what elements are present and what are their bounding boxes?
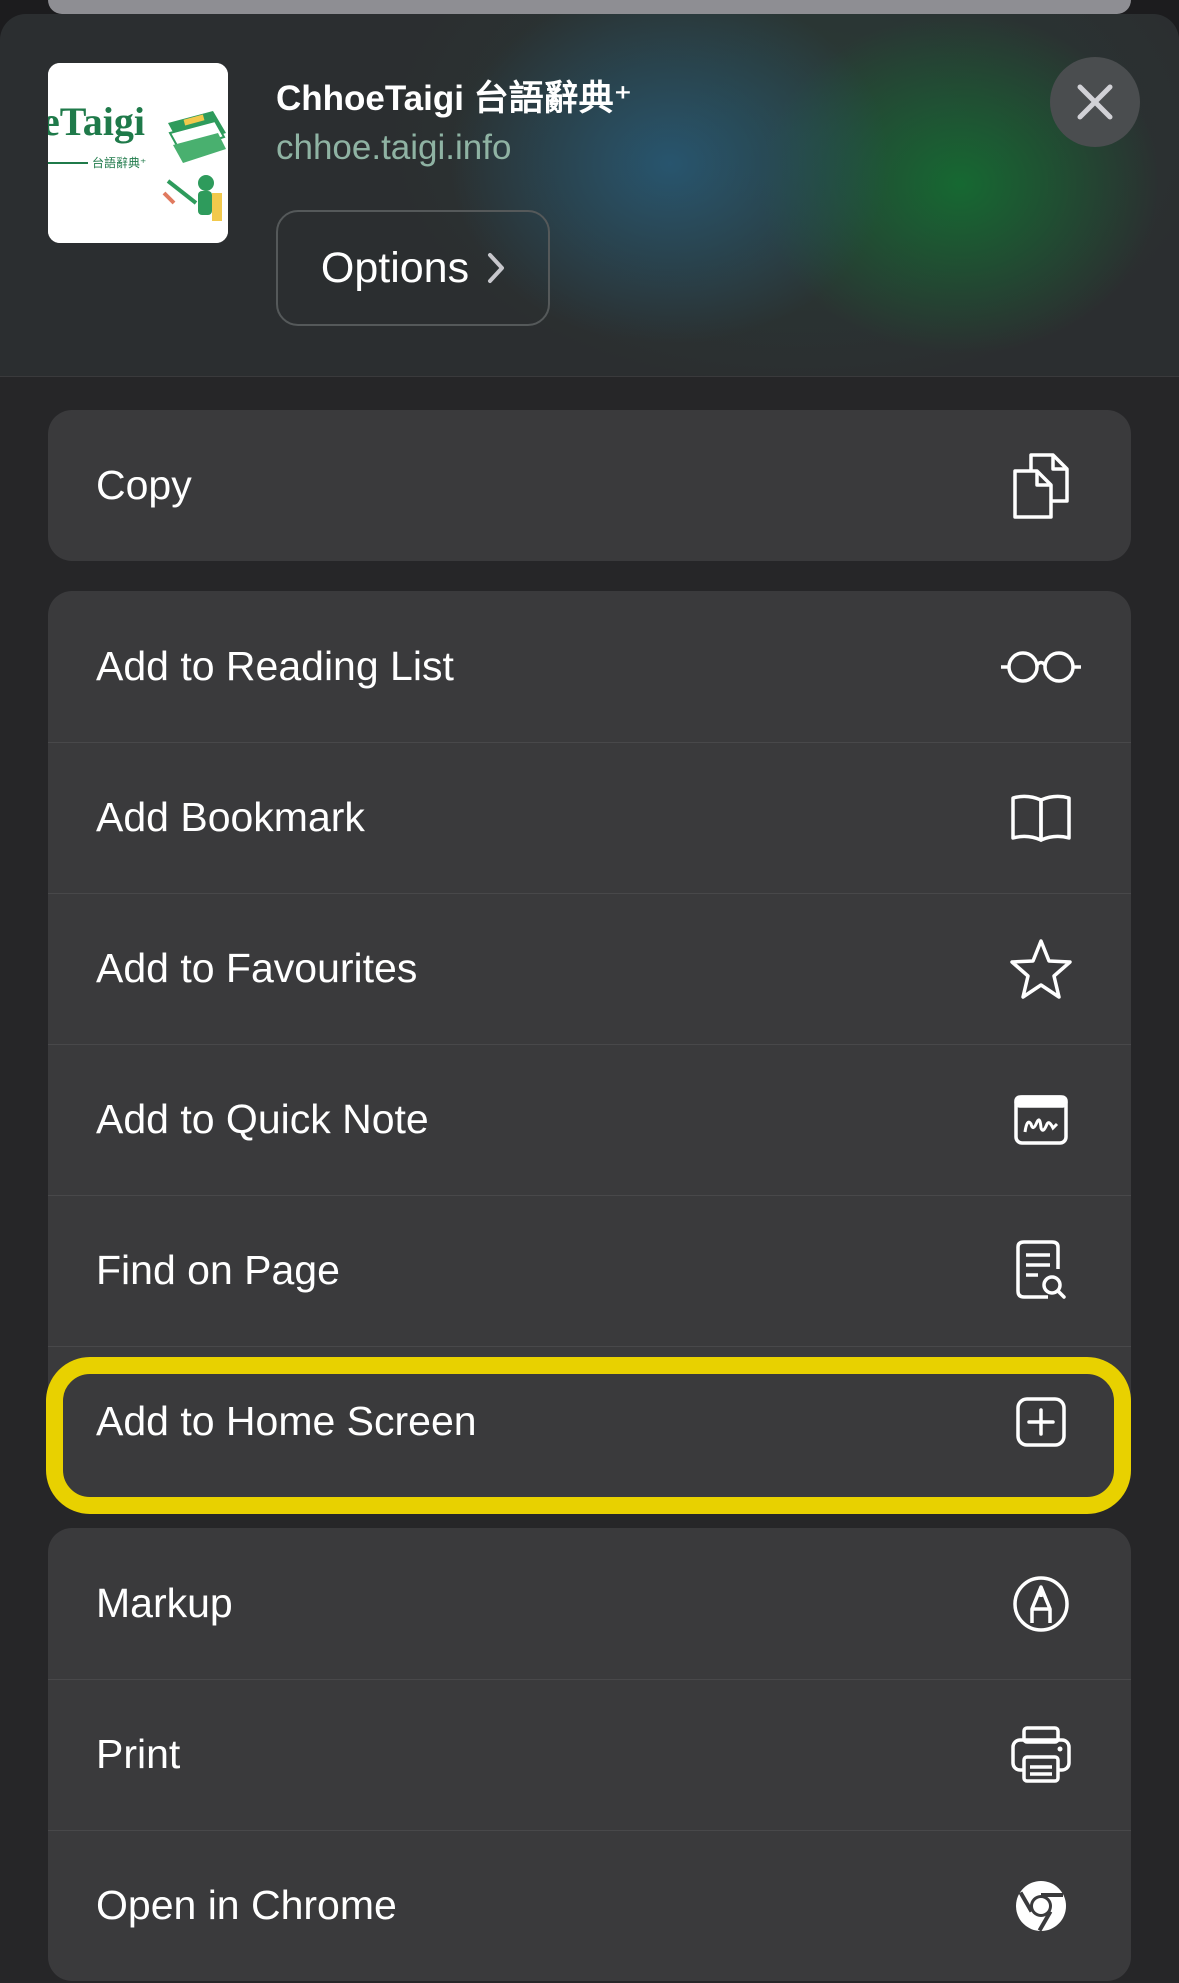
action-label: Open in Chrome [96,1882,397,1928]
star-icon [999,927,1083,1011]
action-label: Add Bookmark [96,794,365,840]
site-url: chhoe.taigi.info [276,128,512,167]
action-label: Add to Home Screen [96,1398,477,1444]
copy-icon [999,444,1083,528]
action-label: Print [96,1731,181,1777]
logo-subtext: 台語辭典⁺ [92,155,146,170]
chevron-right-icon [488,253,505,283]
close-icon [1077,84,1113,120]
find-on-page-icon [999,1229,1083,1313]
action-group-page: Add to Reading List Add Bookmark Add to … [48,591,1131,1497]
action-copy[interactable]: Copy [48,410,1131,561]
action-add-to-favourites[interactable]: Add to Favourites [48,893,1131,1044]
action-label: Copy [96,462,192,508]
action-label: Add to Favourites [96,945,418,991]
action-add-to-reading-list[interactable]: Add to Reading List [48,591,1131,742]
quick-note-icon [999,1078,1083,1162]
action-label: Markup [96,1580,233,1626]
add-square-icon [999,1380,1083,1464]
action-add-to-home-screen[interactable]: Add to Home Screen [48,1346,1131,1497]
action-group-copy: Copy [48,410,1131,561]
options-button[interactable]: Options [276,210,550,326]
action-label: Add to Reading List [96,643,454,689]
action-add-bookmark[interactable]: Add Bookmark [48,742,1131,893]
sheet-grabber-edge [48,0,1131,14]
site-title: ChhoeTaigi 台語辭典⁺ [276,79,633,118]
action-print[interactable]: Print [48,1679,1131,1830]
action-label: Find on Page [96,1247,340,1293]
markup-icon [999,1562,1083,1646]
close-button[interactable] [1050,57,1140,147]
share-sheet-header: eTaigi 台語辭典⁺ ChhoeTaigi 台語辭典⁺ chhoe.taig… [0,14,1179,377]
action-group-apps: Markup Print Open in Chrome [48,1528,1131,1981]
share-sheet: eTaigi 台語辭典⁺ ChhoeTaigi 台語辭典⁺ chhoe.taig… [0,14,1179,1983]
options-label: Options [320,243,470,292]
printer-icon [999,1713,1083,1797]
action-open-in-chrome[interactable]: Open in Chrome [48,1830,1131,1981]
action-markup[interactable]: Markup [48,1528,1131,1679]
site-logo: eTaigi 台語辭典⁺ [48,63,228,243]
action-find-on-page[interactable]: Find on Page [48,1195,1131,1346]
glasses-icon [999,625,1083,709]
action-label: Add to Quick Note [96,1096,429,1142]
logo-wordmark: eTaigi [48,99,145,144]
action-add-to-quick-note[interactable]: Add to Quick Note [48,1044,1131,1195]
book-icon [999,776,1083,860]
chrome-icon [999,1864,1083,1948]
